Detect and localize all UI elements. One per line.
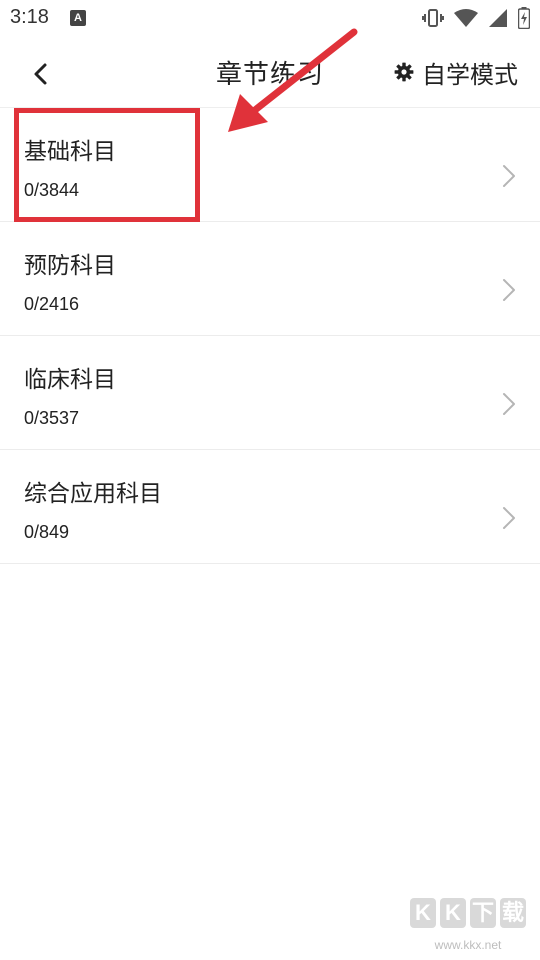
self-study-mode-label: 自学模式 bbox=[422, 60, 518, 89]
subject-list: 基础科目 0/3844 预防科目 0/2416 临床科目 0/3537 综合应用… bbox=[0, 108, 540, 564]
subject-name: 临床科目 bbox=[24, 367, 116, 393]
list-item-clinical-subject[interactable]: 临床科目 0/3537 bbox=[0, 336, 540, 450]
chevron-right-icon bbox=[503, 165, 515, 187]
vibrate-icon bbox=[422, 9, 444, 27]
status-time: 3:18 bbox=[10, 6, 49, 28]
wifi-icon bbox=[454, 9, 478, 27]
battery-icon bbox=[518, 7, 530, 29]
subject-name: 基础科目 bbox=[24, 139, 116, 165]
watermark-glyph: 载 bbox=[500, 898, 526, 928]
status-icons bbox=[422, 6, 530, 30]
gear-icon bbox=[394, 62, 414, 82]
a-letter-icon: A bbox=[70, 10, 86, 26]
chevron-right-icon bbox=[503, 279, 515, 301]
chevron-right-icon bbox=[503, 507, 515, 529]
watermark-glyph: K bbox=[410, 898, 436, 928]
subject-progress-count: 0/3844 bbox=[24, 180, 80, 200]
watermark-glyph: K bbox=[440, 898, 466, 928]
watermark-url: www.kkx.net bbox=[434, 938, 502, 952]
watermark: K K 下 载 www.kkx.net bbox=[408, 898, 528, 952]
self-study-mode-button[interactable]: 自学模式 bbox=[394, 54, 518, 90]
subject-name: 预防科目 bbox=[24, 253, 116, 279]
watermark-logo: K K 下 载 bbox=[408, 898, 528, 938]
watermark-glyph: 下 bbox=[470, 898, 496, 928]
subject-progress-count: 0/2416 bbox=[24, 294, 80, 314]
header: 章节练习 自学模式 bbox=[0, 36, 540, 108]
subject-name: 综合应用科目 bbox=[24, 481, 162, 507]
list-item-prevention-subject[interactable]: 预防科目 0/2416 bbox=[0, 222, 540, 336]
chevron-right-icon bbox=[503, 393, 515, 415]
signal-icon bbox=[489, 9, 507, 27]
list-item-comprehensive-subject[interactable]: 综合应用科目 0/849 bbox=[0, 450, 540, 564]
status-bar: 3:18 A bbox=[0, 0, 540, 36]
subject-progress-count: 0/3537 bbox=[24, 408, 80, 428]
list-item-basic-subject[interactable]: 基础科目 0/3844 bbox=[0, 108, 540, 222]
subject-progress-count: 0/849 bbox=[24, 522, 70, 542]
